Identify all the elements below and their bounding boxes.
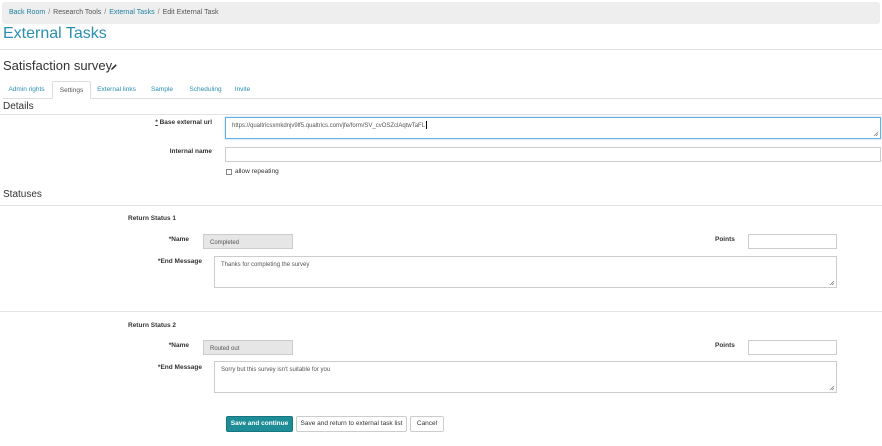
points-input[interactable] bbox=[748, 340, 837, 355]
cancel-button[interactable]: Cancel bbox=[410, 416, 444, 432]
statuses-heading: Statuses bbox=[3, 189, 42, 200]
breadcrumb: Back Room / Research Tools / External Tasks /… bbox=[2, 2, 880, 24]
points-label: Points bbox=[715, 236, 735, 243]
allow-repeating-label: allow repeating bbox=[235, 168, 279, 175]
base-url-label-text: Base external url bbox=[159, 119, 212, 126]
name-label: *Name bbox=[168, 236, 189, 243]
status-name-input[interactable]: Routed out bbox=[203, 340, 293, 355]
save-and-return-button[interactable]: Save and return to external task list bbox=[296, 416, 407, 432]
breadcrumb-external-tasks[interactable]: External Tasks bbox=[109, 9, 154, 16]
name-label: *Name bbox=[168, 342, 189, 349]
tab-settings[interactable]: Settings bbox=[52, 81, 91, 99]
tab-external-links[interactable]: External links bbox=[93, 81, 140, 97]
tab-scheduling[interactable]: Scheduling bbox=[184, 81, 227, 97]
internal-name-label: Internal name bbox=[169, 148, 212, 155]
divider bbox=[0, 49, 882, 50]
return-status-title: Return Status 2 bbox=[128, 322, 177, 329]
points-label: Points bbox=[715, 342, 735, 349]
resize-grip-icon[interactable] bbox=[829, 280, 835, 286]
tab-sample[interactable]: Sample bbox=[145, 81, 179, 97]
divider bbox=[0, 311, 882, 312]
end-message-value: Thanks for completing the survey bbox=[221, 262, 310, 268]
divider bbox=[0, 114, 882, 115]
end-message-textarea[interactable]: Thanks for completing the survey bbox=[214, 256, 837, 288]
page-title: External Tasks bbox=[3, 25, 107, 42]
end-message-label: *End Message bbox=[157, 258, 202, 265]
end-message-textarea[interactable]: Sorry but this survey isn't suitable for… bbox=[214, 361, 837, 393]
task-title: Satisfaction survey bbox=[3, 58, 113, 73]
breadcrumb-research-tools: Research Tools bbox=[53, 9, 102, 16]
end-message-label: *End Message bbox=[157, 364, 202, 371]
save-and-continue-button[interactable]: Save and continue bbox=[226, 416, 293, 432]
breadcrumb-separator: / bbox=[157, 9, 160, 16]
base-url-label: * Base external url bbox=[155, 119, 212, 126]
internal-name-input[interactable] bbox=[225, 147, 881, 162]
pencil-icon[interactable] bbox=[110, 63, 118, 71]
breadcrumb-back-room[interactable]: Back Room bbox=[9, 9, 45, 16]
resize-grip-icon[interactable] bbox=[873, 131, 879, 137]
points-input[interactable] bbox=[748, 234, 837, 249]
breadcrumb-separator: / bbox=[48, 9, 51, 16]
tab-bar: Admin rights Settings External links Sam… bbox=[3, 81, 882, 99]
base-url-value: https://qualtricsxmkdnjv9lf5.qualtrics.c… bbox=[232, 123, 426, 129]
details-heading: Details bbox=[3, 101, 34, 112]
divider bbox=[0, 205, 882, 206]
breadcrumb-edit-external-task: Edit External Task bbox=[162, 9, 219, 16]
base-url-input[interactable]: https://qualtricsxmkdnjv9lf5.qualtrics.c… bbox=[225, 117, 881, 139]
tab-admin-rights[interactable]: Admin rights bbox=[3, 81, 50, 97]
return-status-title: Return Status 1 bbox=[128, 215, 177, 222]
end-message-value: Sorry but this survey isn't suitable for… bbox=[221, 367, 331, 373]
resize-grip-icon[interactable] bbox=[829, 385, 835, 391]
status-name-input[interactable]: Completed bbox=[203, 234, 293, 249]
tab-invite[interactable]: Invite bbox=[230, 81, 255, 97]
allow-repeating-checkbox[interactable] bbox=[226, 169, 232, 175]
